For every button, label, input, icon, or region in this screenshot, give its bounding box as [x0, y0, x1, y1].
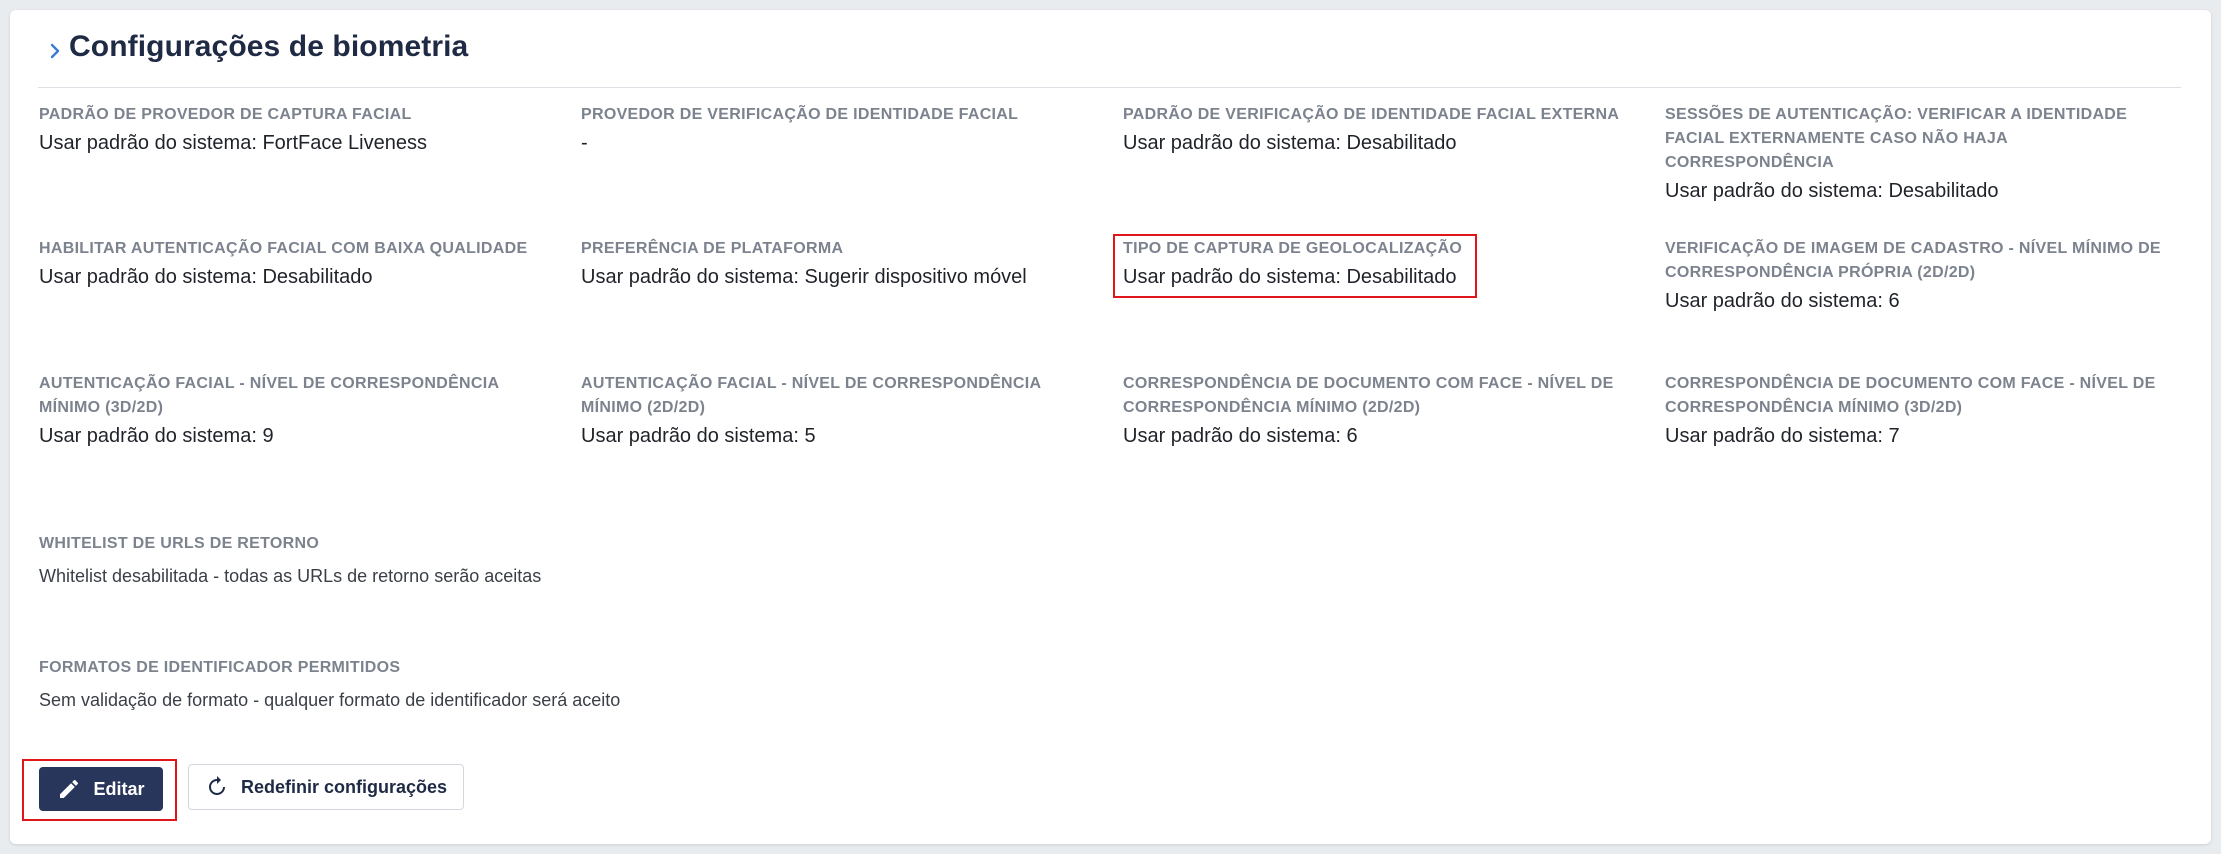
field-platform-preference: Preferência de plataforma Usar padrão do… [581, 237, 1101, 291]
field-value: Usar padrão do sistema: Desabilitado [1123, 132, 1457, 154]
field-value: Usar padrão do sistema: Sugerir disposit… [581, 266, 1027, 288]
section-header: Configurações de biometria [38, 28, 2181, 88]
chevron-right-icon[interactable] [46, 42, 64, 60]
field-value: Usar padrão do sistema: 6 [1665, 290, 1900, 312]
field-document-face-match-3d2d: Correspondência de documento com face - … [1665, 372, 2175, 450]
field-auth-sessions-external-check: Sessões de autenticação: verificar a ide… [1665, 103, 2175, 205]
field-label: Autenticação facial - nível de correspon… [39, 375, 499, 416]
field-facial-auth-match-2d2d: Autenticação facial - nível de correspon… [581, 372, 1101, 450]
edit-button[interactable]: Editar [39, 767, 163, 811]
field-label: Correspondência de documento com face - … [1665, 375, 2156, 416]
field-label: Habilitar autenticação facial com baixa … [39, 240, 528, 257]
edit-button-label: Editar [93, 778, 145, 799]
field-label: Autenticação facial - nível de correspon… [581, 375, 1041, 416]
field-label: Correspondência de documento com face - … [1123, 375, 1614, 416]
field-value: Sem validação de formato - qualquer form… [39, 690, 621, 710]
field-label: Sessões de autenticação: verificar a ide… [1665, 106, 2128, 171]
field-allowed-identifier-formats: Formatos de identificador permitidos Sem… [39, 656, 939, 714]
field-return-url-whitelist: Whitelist de URLs de retorno Whitelist d… [39, 532, 939, 590]
field-enrollment-image-match-level: Verificação de imagem de cadastro - níve… [1665, 237, 2175, 315]
field-label: Verificação de imagem de cadastro - níve… [1665, 240, 2161, 281]
field-document-face-match-2d2d: Correspondência de documento com face - … [1123, 372, 1643, 450]
page-title: Configurações de biometria [69, 30, 469, 63]
field-label: Padrão de verificação de identidade faci… [1123, 106, 1620, 123]
field-low-quality-facial-auth: Habilitar autenticação facial com baixa … [39, 237, 559, 291]
reset-settings-button[interactable]: Redefinir configurações [188, 764, 464, 810]
field-label: Provedor de verificação de identidade fa… [581, 106, 1019, 123]
reset-button-label: Redefinir configurações [240, 776, 448, 797]
field-value: Usar padrão do sistema: Desabilitado [1665, 180, 1999, 202]
field-value: Usar padrão do sistema: 7 [1665, 425, 1900, 447]
pencil-icon [57, 777, 81, 801]
field-label: Formatos de identificador permitidos [39, 659, 401, 676]
field-value: Usar padrão do sistema: 6 [1123, 425, 1358, 447]
field-value: - [581, 132, 588, 154]
refresh-icon [205, 775, 229, 799]
geolocation-highlight-box [1113, 234, 1477, 298]
field-label: Padrão de provedor de captura facial [39, 106, 412, 123]
field-facial-verification-provider: Provedor de verificação de identidade fa… [581, 103, 1101, 157]
field-value: Usar padrão do sistema: 9 [39, 425, 274, 447]
field-value: Usar padrão do sistema: 5 [581, 425, 816, 447]
field-label: Preferência de plataforma [581, 240, 844, 257]
field-facial-auth-match-3d2d: Autenticação facial - nível de correspon… [39, 372, 559, 450]
field-external-facial-verification: Padrão de verificação de identidade faci… [1123, 103, 1643, 157]
field-label: Whitelist de URLs de retorno [39, 535, 320, 552]
field-facial-capture-provider: Padrão de provedor de captura facial Usa… [39, 103, 559, 157]
field-value: Usar padrão do sistema: FortFace Livenes… [39, 132, 427, 154]
field-value: Whitelist desabilitada - todas as URLs d… [39, 566, 542, 586]
field-value: Usar padrão do sistema: Desabilitado [39, 266, 373, 288]
